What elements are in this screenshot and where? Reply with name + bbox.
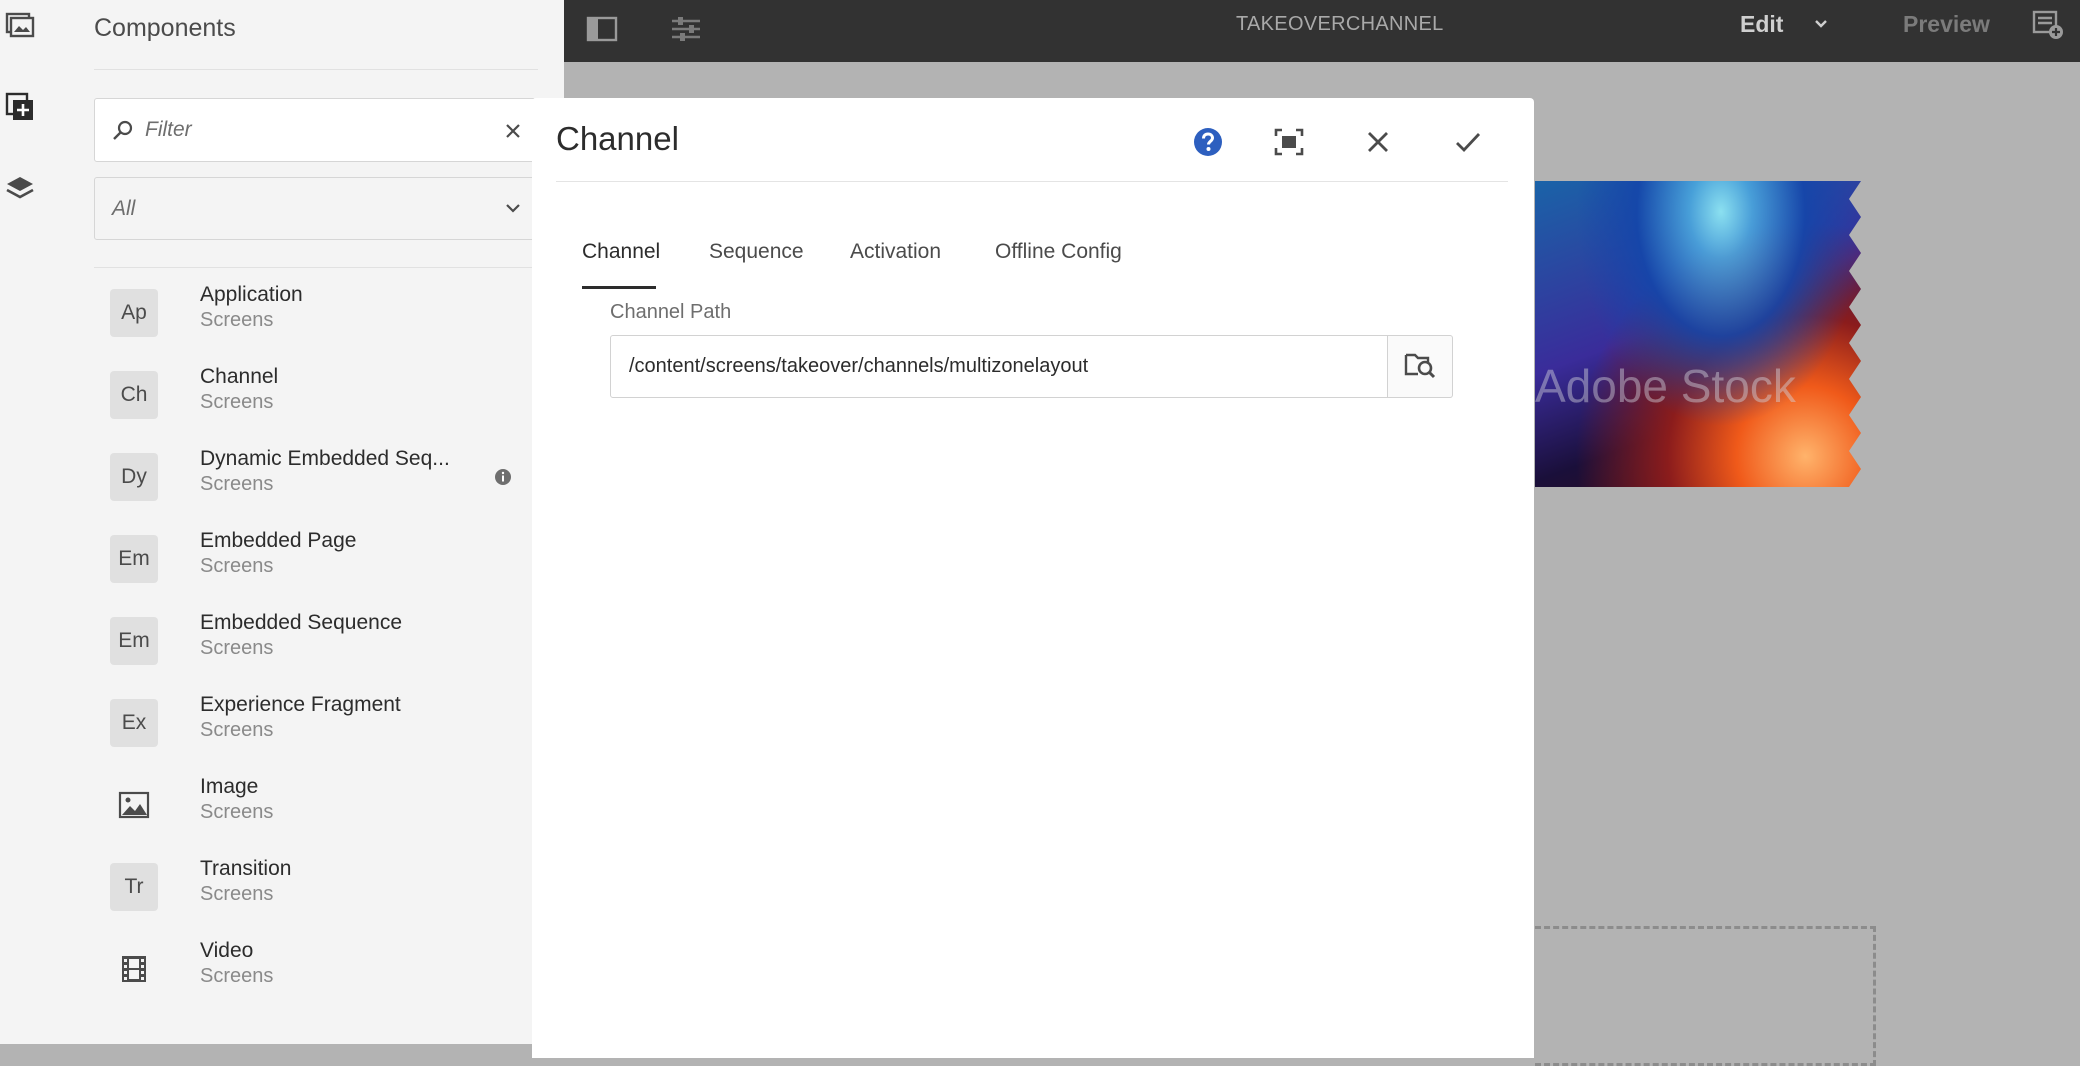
component-group: Screens (200, 637, 274, 659)
component-group: Screens (200, 719, 274, 741)
component-badge: Em (110, 617, 158, 665)
component-name: Image (200, 775, 259, 798)
component-name: Application (200, 283, 303, 306)
info-icon[interactable] (494, 468, 512, 486)
component-name: Transition (200, 857, 292, 880)
layers-icon[interactable] (0, 169, 40, 209)
component-group: Screens (200, 883, 274, 905)
components-icon[interactable] (0, 87, 40, 127)
group-select-value: All (112, 197, 136, 220)
torn-edge (1849, 181, 1873, 487)
divider (94, 69, 538, 70)
properties-icon[interactable] (666, 9, 706, 49)
tab-activation[interactable]: Activation (850, 240, 941, 264)
component-badge: Ex (110, 699, 158, 747)
page-title: TAKEOVERCHANNEL (1236, 13, 1444, 35)
dialog-title: Channel (556, 120, 679, 157)
folder-search-icon (1404, 349, 1436, 384)
component-badge: Tr (110, 863, 158, 911)
component-group: Screens (200, 801, 274, 823)
list-item[interactable]: Ch Channel Screens (66, 358, 564, 436)
list-item[interactable]: Dy Dynamic Embedded Seq... Screens (66, 440, 564, 518)
done-icon[interactable] (1444, 118, 1492, 166)
list-item[interactable]: Ex Experience Fragment Screens (66, 686, 564, 764)
browse-path-button[interactable] (1388, 335, 1453, 398)
list-item[interactable]: Ap Application Screens (66, 276, 564, 354)
tab-channel[interactable]: Channel (582, 240, 660, 264)
panel-title: Components (94, 14, 236, 42)
component-badge: Ch (110, 371, 158, 419)
components-panel: Components Filter All Ap Application Scr… (66, 0, 564, 1044)
editor-toolbar: TAKEOVERCHANNEL Edit Preview (564, 0, 2080, 62)
image-icon (110, 781, 158, 829)
component-name: Experience Fragment (200, 693, 401, 716)
filter-field[interactable]: Filter (94, 98, 536, 162)
divider (556, 181, 1508, 182)
component-name: Video (200, 939, 254, 962)
component-name: Dynamic Embedded Seq... (200, 447, 450, 470)
channel-dialog: Channel Channel Sequence Activation Offl… (532, 98, 1534, 1058)
drop-zone[interactable] (1535, 926, 1876, 1066)
clear-filter-icon[interactable] (499, 117, 527, 145)
component-group: Screens (200, 473, 274, 495)
search-icon (111, 118, 135, 147)
list-item[interactable]: Tr Transition Screens (66, 850, 564, 928)
active-tab-indicator (582, 286, 656, 289)
component-name: Embedded Sequence (200, 611, 402, 634)
list-item[interactable]: Em Embedded Page Screens (66, 522, 564, 600)
component-name: Channel (200, 365, 279, 388)
video-icon (110, 945, 158, 993)
list-item[interactable]: Em Embedded Sequence Screens (66, 604, 564, 682)
fullscreen-icon[interactable] (1265, 118, 1313, 166)
tab-sequence[interactable]: Sequence (709, 240, 804, 264)
component-group: Screens (200, 309, 274, 331)
side-panel-toggle-icon[interactable] (582, 9, 622, 49)
list-item[interactable]: Image Screens (66, 768, 564, 846)
group-select[interactable]: All (94, 177, 536, 240)
component-badge: Em (110, 535, 158, 583)
page-info-icon[interactable] (2031, 8, 2065, 47)
component-badge: Ap (110, 289, 158, 337)
help-icon[interactable] (1184, 118, 1232, 166)
takeover-image[interactable]: Adobe Stock (1535, 181, 1873, 487)
assets-icon[interactable] (0, 4, 40, 44)
channel-path-input[interactable] (610, 335, 1388, 398)
preview-button[interactable]: Preview (1903, 11, 1990, 38)
filter-input[interactable]: Filter (145, 118, 192, 142)
component-badge: Dy (110, 453, 158, 501)
chevron-down-icon[interactable] (1811, 14, 1831, 39)
stock-watermark: Adobe Stock (1535, 360, 1796, 412)
tab-offline-config[interactable]: Offline Config (995, 240, 1122, 264)
component-name: Embedded Page (200, 529, 357, 552)
divider (94, 267, 538, 268)
chevron-down-icon (503, 198, 523, 223)
close-icon[interactable] (1354, 118, 1402, 166)
component-group: Screens (200, 555, 274, 577)
channel-path-label: Channel Path (610, 301, 732, 323)
component-group: Screens (200, 965, 274, 987)
list-item[interactable]: Video Screens (66, 932, 564, 1010)
left-rail (0, 0, 67, 1044)
component-group: Screens (200, 391, 274, 413)
mode-selector[interactable]: Edit (1740, 11, 1783, 38)
